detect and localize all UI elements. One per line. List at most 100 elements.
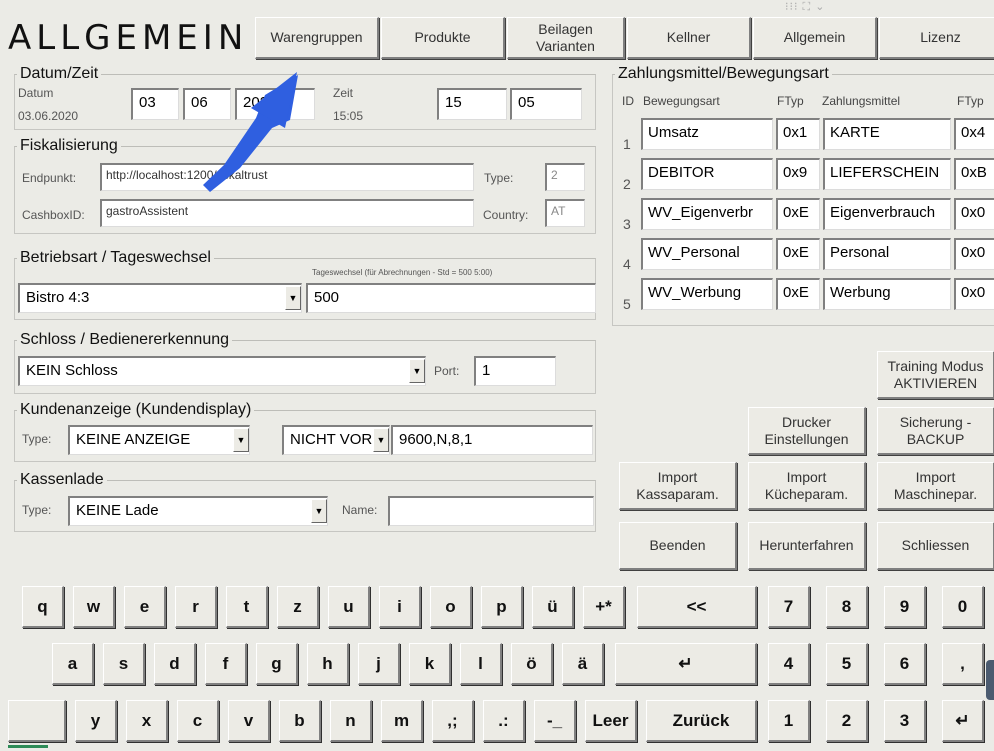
space-key[interactable]: Leer bbox=[585, 700, 637, 742]
chevron-down-icon[interactable]: ▼ bbox=[409, 359, 425, 383]
day-field[interactable]: 03 bbox=[131, 88, 179, 120]
key-period-colon[interactable]: .: bbox=[483, 700, 525, 742]
enter-key[interactable]: ↵ bbox=[615, 643, 757, 685]
drawer-type-select[interactable]: KEINE Lade bbox=[68, 496, 328, 526]
key-f[interactable]: f bbox=[205, 643, 247, 685]
key-0[interactable]: 0 bbox=[942, 586, 984, 628]
key-o[interactable]: o bbox=[430, 586, 472, 628]
drawer-name-field[interactable] bbox=[388, 496, 594, 526]
key-g[interactable]: g bbox=[256, 643, 298, 685]
import-kassa-button[interactable]: Import Kassaparam. bbox=[619, 462, 737, 510]
payment-cell[interactable]: Personal bbox=[823, 238, 951, 270]
key-2[interactable]: 2 bbox=[826, 700, 868, 742]
key-a[interactable]: a bbox=[52, 643, 94, 685]
close-button[interactable]: Schliessen bbox=[877, 522, 994, 570]
ftyp-cell[interactable]: 0x9 bbox=[776, 158, 820, 190]
key-e[interactable]: e bbox=[124, 586, 166, 628]
fiscal-type-field[interactable]: 2 bbox=[545, 163, 585, 191]
key-9[interactable]: 9 bbox=[884, 586, 926, 628]
numpad-enter-key[interactable]: ↵ bbox=[942, 700, 984, 742]
key-8[interactable]: 8 bbox=[826, 586, 868, 628]
display-settings-field[interactable]: 9600,N,8,1 bbox=[391, 425, 593, 455]
payment-cell[interactable]: Eigenverbrauch bbox=[823, 198, 951, 230]
key-c[interactable]: c bbox=[177, 700, 219, 742]
key-comma[interactable]: , bbox=[942, 643, 984, 685]
key-3[interactable]: 3 bbox=[884, 700, 926, 742]
chevron-down-icon[interactable]: ▼ bbox=[373, 428, 389, 452]
movement-cell[interactable]: WV_Personal bbox=[641, 238, 773, 270]
endpoint-field[interactable]: http://localhost:1200/fiskaltrust bbox=[100, 163, 474, 191]
ftyp-cell[interactable]: 0xE bbox=[776, 278, 820, 310]
chevron-down-icon[interactable]: ▼ bbox=[233, 428, 249, 452]
movement-cell[interactable]: WV_Werbung bbox=[641, 278, 773, 310]
tab-kellner[interactable]: Kellner bbox=[627, 17, 751, 59]
ftyp-cell[interactable]: 0x0 bbox=[954, 238, 994, 270]
ftyp-cell[interactable]: 0x0 bbox=[954, 278, 994, 310]
chevron-down-icon[interactable]: ▼ bbox=[311, 499, 327, 523]
key-s[interactable]: s bbox=[103, 643, 145, 685]
movement-cell[interactable]: WV_Eigenverbr bbox=[641, 198, 773, 230]
import-kueche-button[interactable]: Import Kücheparam. bbox=[748, 462, 866, 510]
tab-allgemein[interactable]: Allgemein bbox=[753, 17, 877, 59]
key-k[interactable]: k bbox=[409, 643, 451, 685]
payment-cell[interactable]: KARTE bbox=[823, 118, 951, 150]
key-ue[interactable]: ü bbox=[532, 586, 574, 628]
payment-cell[interactable]: Werbung bbox=[823, 278, 951, 310]
ftyp-cell[interactable]: 0xE bbox=[776, 198, 820, 230]
key-m[interactable]: m bbox=[381, 700, 423, 742]
key-v[interactable]: v bbox=[228, 700, 270, 742]
shift-key[interactable] bbox=[8, 700, 66, 742]
chevron-down-icon[interactable]: ▼ bbox=[285, 286, 301, 310]
hour-field[interactable]: 15 bbox=[437, 88, 507, 120]
key-i[interactable]: i bbox=[379, 586, 421, 628]
movement-cell[interactable]: Umsatz bbox=[641, 118, 773, 150]
key-w[interactable]: w bbox=[73, 586, 115, 628]
tab-beilagen-varianten[interactable]: Beilagen Varianten bbox=[507, 17, 625, 59]
back-button[interactable]: Zurück bbox=[646, 700, 757, 742]
key-t[interactable]: t bbox=[226, 586, 268, 628]
display-type-select[interactable]: KEINE ANZEIGE bbox=[68, 425, 250, 455]
printer-settings-button[interactable]: Drucker Einstellungen bbox=[748, 407, 866, 455]
key-7[interactable]: 7 bbox=[768, 586, 810, 628]
key-h[interactable]: h bbox=[307, 643, 349, 685]
key-ae[interactable]: ä bbox=[562, 643, 604, 685]
backspace-key[interactable]: << bbox=[637, 586, 757, 628]
key-5[interactable]: 5 bbox=[826, 643, 868, 685]
key-b[interactable]: b bbox=[279, 700, 321, 742]
payment-cell[interactable]: LIEFERSCHEIN bbox=[823, 158, 951, 190]
key-x[interactable]: x bbox=[126, 700, 168, 742]
minute-field[interactable]: 05 bbox=[510, 88, 582, 120]
ftyp-cell[interactable]: 0x0 bbox=[954, 198, 994, 230]
lock-select[interactable]: KEIN Schloss bbox=[18, 356, 426, 386]
training-mode-button[interactable]: Training Modus AKTIVIEREN bbox=[877, 351, 994, 399]
key-comma-semicolon[interactable]: ,; bbox=[432, 700, 474, 742]
key-z[interactable]: z bbox=[277, 586, 319, 628]
key-plus-star[interactable]: +* bbox=[583, 586, 625, 628]
side-scroll-handle[interactable] bbox=[986, 660, 994, 700]
operation-mode-select[interactable]: Bistro 4:3 bbox=[18, 283, 302, 313]
backup-button[interactable]: Sicherung - BACKUP bbox=[877, 407, 994, 455]
day-change-field[interactable]: 500 bbox=[306, 283, 596, 313]
key-dash-underscore[interactable]: -_ bbox=[534, 700, 576, 742]
key-oe[interactable]: ö bbox=[511, 643, 553, 685]
shutdown-button[interactable]: Herunterfahren bbox=[748, 522, 866, 570]
ftyp-cell[interactable]: 0xB bbox=[954, 158, 994, 190]
tab-warengruppen[interactable]: Warengruppen bbox=[255, 17, 379, 59]
window-controls-icon[interactable]: ⁝⁝⁝ ⛶ ⌄ bbox=[785, 0, 826, 14]
key-1[interactable]: 1 bbox=[768, 700, 810, 742]
country-field[interactable]: AT bbox=[545, 199, 585, 227]
port-field[interactable]: 1 bbox=[474, 356, 556, 386]
key-6[interactable]: 6 bbox=[884, 643, 926, 685]
movement-cell[interactable]: DEBITOR bbox=[641, 158, 773, 190]
cashbox-field[interactable]: gastroAssistent bbox=[100, 199, 474, 227]
key-u[interactable]: u bbox=[328, 586, 370, 628]
key-j[interactable]: j bbox=[358, 643, 400, 685]
key-4[interactable]: 4 bbox=[768, 643, 810, 685]
ftyp-cell[interactable]: 0xE bbox=[776, 238, 820, 270]
tab-lizenz[interactable]: Lizenz bbox=[879, 17, 994, 59]
key-r[interactable]: r bbox=[175, 586, 217, 628]
tab-produkte[interactable]: Produkte bbox=[381, 17, 505, 59]
ftyp-cell[interactable]: 0x4 bbox=[954, 118, 994, 150]
key-q[interactable]: q bbox=[22, 586, 64, 628]
import-maschine-button[interactable]: Import Maschinepar. bbox=[877, 462, 994, 510]
